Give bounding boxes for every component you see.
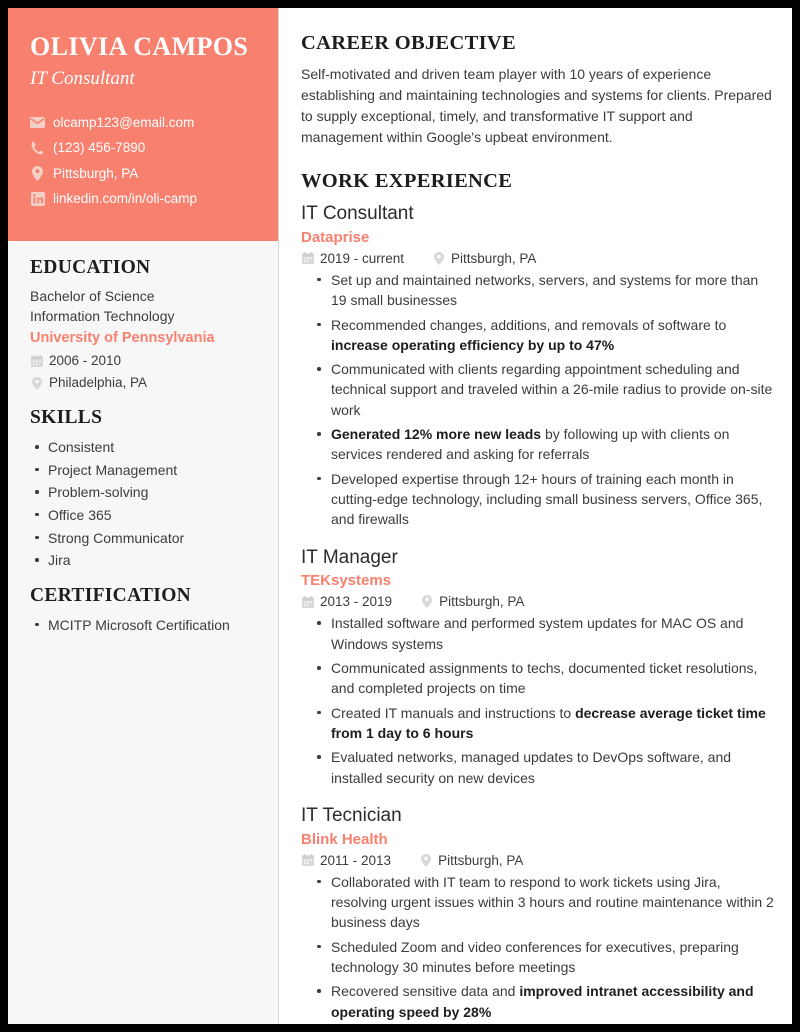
linkedin-icon bbox=[30, 192, 45, 207]
list-item: MCITP Microsoft Certification bbox=[30, 615, 256, 636]
education-location-value: Philadelphia, PA bbox=[49, 374, 148, 390]
candidate-job-title: IT Consultant bbox=[30, 67, 135, 89]
certification-list: MCITP Microsoft Certification bbox=[30, 615, 256, 636]
contact-list: olcamp123@email.com (123) 456-7890 Pitts… bbox=[30, 113, 256, 209]
contact-location: Pittsburgh, PA bbox=[30, 164, 256, 184]
education-dates-value: 2006 - 2010 bbox=[49, 352, 122, 368]
list-item: Communicated assignments to techs, docum… bbox=[311, 658, 774, 699]
list-item: Communicated with clients regarding appo… bbox=[311, 359, 774, 420]
education-field: Information Technology bbox=[30, 307, 175, 324]
list-item: Office 365 bbox=[30, 505, 256, 526]
job-company: Dataprise bbox=[301, 228, 370, 246]
location-pin-icon bbox=[432, 251, 445, 265]
job-role: IT Consultant bbox=[301, 203, 414, 224]
education-dates: 2006 - 2010 bbox=[30, 351, 256, 371]
list-item: Collaborated with IT team to respond to … bbox=[311, 872, 774, 933]
list-item: Recovered sensitive data and improved in… bbox=[311, 981, 774, 1022]
calendar-icon bbox=[301, 595, 314, 608]
job-location: Pittsburgh, PA bbox=[419, 853, 523, 868]
certification-heading: CERTIFICATION bbox=[30, 584, 192, 606]
education-location: Philadelphia, PA bbox=[30, 373, 256, 393]
location-pin-icon bbox=[30, 376, 43, 390]
list-item: Problem-solving bbox=[30, 482, 256, 503]
contact-phone[interactable]: (123) 456-7890 bbox=[30, 138, 256, 158]
job-role: IT Manager bbox=[301, 546, 398, 568]
job-location-value: Pittsburgh, PA bbox=[438, 852, 524, 868]
job-bullet-list: Collaborated with IT team to respond to … bbox=[301, 872, 774, 1022]
job-meta: 2011 - 2013 Pittsburgh, PA bbox=[301, 853, 774, 868]
location-pin-icon bbox=[420, 595, 433, 609]
job-dates: 2011 - 2013 bbox=[301, 853, 391, 868]
skills-list: Consistent Project Management Problem-so… bbox=[30, 437, 256, 570]
job-company: TEKsystems bbox=[301, 572, 392, 590]
job-entry: IT Tecnician Blink Health 2011 - 2013 Pi… bbox=[301, 804, 774, 1022]
education-school: University of Pennsylvania bbox=[30, 329, 215, 346]
contact-email[interactable]: olcamp123@email.com bbox=[30, 113, 256, 133]
job-dates-value: 2019 - current bbox=[320, 250, 405, 266]
contact-location-value: Pittsburgh, PA bbox=[53, 165, 139, 181]
career-objective-text: Self-motivated and driven team player wi… bbox=[301, 66, 772, 145]
contact-linkedin[interactable]: linkedin.com/in/oli-camp bbox=[30, 189, 256, 209]
list-item: Jira bbox=[30, 550, 256, 571]
education-heading: EDUCATION bbox=[30, 256, 151, 278]
phone-icon bbox=[30, 141, 45, 155]
list-item: Developed expertise through 12+ hours of… bbox=[311, 469, 774, 530]
calendar-icon bbox=[301, 252, 314, 265]
list-item: Generated 12% more new leads by followin… bbox=[311, 424, 774, 465]
contact-email-value: olcamp123@email.com bbox=[53, 114, 195, 130]
job-location-value: Pittsburgh, PA bbox=[439, 594, 525, 610]
list-item: Scheduled Zoom and video conferences for… bbox=[311, 937, 774, 978]
job-dates: 2013 - 2019 bbox=[301, 594, 392, 609]
candidate-name: OLIVIA CAMPOS bbox=[30, 32, 249, 61]
job-bullet-list: Installed software and performed system … bbox=[301, 613, 774, 787]
list-item: Strong Communicator bbox=[30, 528, 256, 549]
location-pin-icon bbox=[30, 166, 45, 182]
sidebar-body: EDUCATION Bachelor of Science Informatio… bbox=[8, 241, 278, 657]
sidebar: OLIVIA CAMPOS IT Consultant olcamp123@em… bbox=[8, 8, 278, 1024]
job-company: Blink Health bbox=[301, 830, 388, 848]
calendar-icon bbox=[301, 854, 314, 867]
list-item: Evaluated networks, managed updates to D… bbox=[311, 747, 774, 788]
contact-linkedin-value: linkedin.com/in/oli-camp bbox=[53, 191, 198, 207]
education-degree: Bachelor of Science bbox=[30, 287, 155, 304]
list-item: Consistent bbox=[30, 437, 256, 458]
career-objective-heading: CAREER OBJECTIVE bbox=[301, 32, 516, 54]
contact-phone-value: (123) 456-7890 bbox=[53, 140, 146, 156]
job-dates-value: 2011 - 2013 bbox=[320, 852, 392, 868]
job-role: IT Tecnician bbox=[301, 804, 402, 826]
sidebar-header: OLIVIA CAMPOS IT Consultant olcamp123@em… bbox=[8, 8, 278, 241]
job-entry: IT Consultant Dataprise 2019 - current P… bbox=[301, 202, 774, 530]
job-dates-value: 2013 - 2019 bbox=[320, 594, 393, 610]
list-item: Project Management bbox=[30, 460, 256, 481]
job-location: Pittsburgh, PA bbox=[432, 251, 536, 266]
list-item: Recommended changes, additions, and remo… bbox=[311, 315, 774, 356]
work-experience-heading: WORK EXPERIENCE bbox=[301, 170, 513, 192]
job-entry: IT Manager TEKsystems 2013 - 2019 Pittsb… bbox=[301, 546, 774, 788]
envelope-icon bbox=[30, 116, 45, 128]
calendar-icon bbox=[30, 354, 43, 367]
job-meta: 2019 - current Pittsburgh, PA bbox=[301, 251, 774, 266]
list-item: Installed software and performed system … bbox=[311, 613, 774, 654]
list-item: Created IT manuals and instructions to d… bbox=[311, 703, 774, 744]
job-location: Pittsburgh, PA bbox=[420, 594, 524, 609]
main-content: CAREER OBJECTIVE Self-motivated and driv… bbox=[279, 8, 792, 1024]
job-dates: 2019 - current bbox=[301, 251, 404, 266]
job-bullet-list: Set up and maintained networks, servers,… bbox=[301, 270, 774, 530]
location-pin-icon bbox=[419, 853, 432, 867]
job-location-value: Pittsburgh, PA bbox=[451, 250, 537, 266]
job-meta: 2013 - 2019 Pittsburgh, PA bbox=[301, 594, 774, 609]
list-item: Set up and maintained networks, servers,… bbox=[311, 270, 774, 311]
resume-page: OLIVIA CAMPOS IT Consultant olcamp123@em… bbox=[8, 8, 792, 1024]
skills-heading: SKILLS bbox=[30, 407, 103, 429]
